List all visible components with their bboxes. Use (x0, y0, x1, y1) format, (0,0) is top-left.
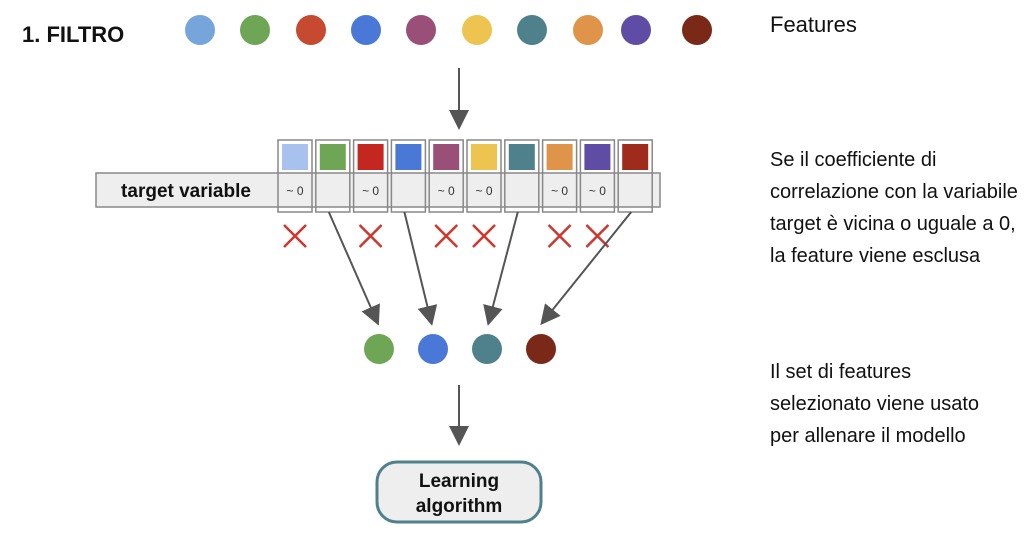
feature-dot (682, 15, 712, 45)
selected-feature-dot (418, 334, 448, 364)
feature-swatch (622, 144, 649, 170)
arrow (327, 211, 380, 326)
filter-diagram: target variable ~ 0 ~ 0 ~ 0 ~ 0 ~ 0 ~ 0 Learnin… (95, 15, 712, 524)
correlation-value: ~ 0 (362, 184, 379, 198)
arrow (540, 211, 632, 326)
feature-swatch (546, 144, 573, 170)
feature-swatch (584, 144, 611, 170)
feature-dot (517, 15, 547, 45)
correlation-value: ~ 0 (551, 184, 568, 198)
correlation-value: ~ 0 (589, 184, 606, 198)
cross-icon (358, 224, 383, 248)
feature-dot (573, 15, 603, 45)
cross-icon (283, 224, 307, 248)
cross-icon (547, 224, 572, 248)
selected-feature-dot (526, 334, 556, 364)
learning-algorithm-label: Learning (419, 471, 499, 492)
feature-swatch (319, 144, 346, 170)
feature-dot (296, 15, 326, 45)
arrow (403, 211, 438, 326)
feature-swatch (395, 144, 422, 170)
feature-dot (406, 15, 436, 45)
target-variable-label: target variable (121, 181, 251, 202)
cross-icon (472, 224, 496, 248)
correlation-value: ~ 0 (475, 184, 492, 198)
learning-algorithm-label: algorithm (416, 496, 503, 517)
feature-swatch (508, 144, 535, 170)
feature-dot (351, 15, 381, 45)
feature-dot (185, 15, 215, 45)
feature-dot (462, 15, 492, 45)
selected-feature-dot (472, 334, 502, 364)
correlation-value: ~ 0 (286, 184, 303, 198)
feature-swatch (282, 144, 308, 170)
feature-dot (240, 15, 270, 45)
feature-swatch (471, 144, 497, 170)
feature-dot (621, 15, 651, 45)
feature-swatch (433, 144, 460, 170)
selected-feature-dot (364, 334, 394, 364)
correlation-value: ~ 0 (438, 184, 455, 198)
feature-swatch (357, 144, 384, 170)
cross-icon (434, 224, 459, 248)
